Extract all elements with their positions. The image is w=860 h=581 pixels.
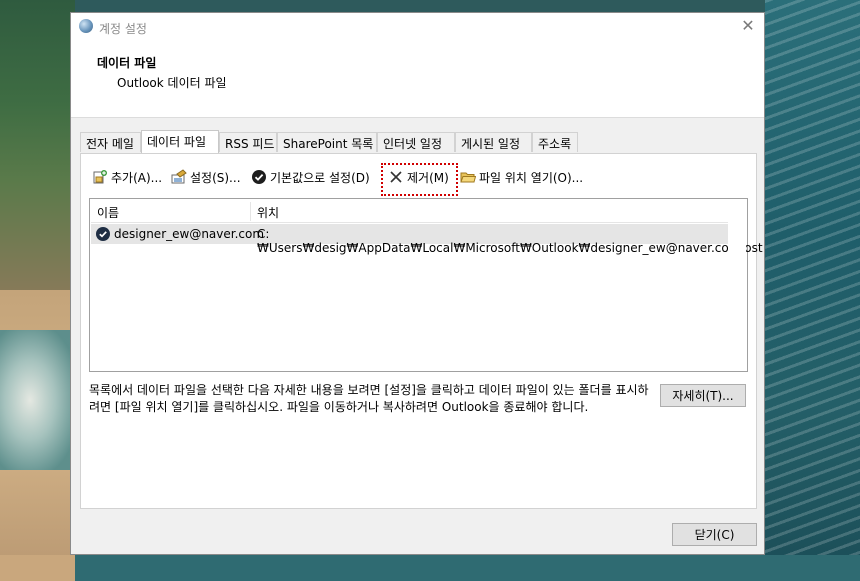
close-window-button[interactable]: ✕ xyxy=(740,18,756,34)
column-separator[interactable] xyxy=(250,202,251,221)
set-default-label: 기본값으로 설정(D) xyxy=(270,170,370,185)
close-button[interactable]: 닫기(C) xyxy=(672,523,757,546)
background-cliff xyxy=(0,0,75,300)
row-file-location: C:₩Users₩desig₩AppData₩Local₩Microsoft₩O… xyxy=(257,227,763,255)
checkmark-circle-icon xyxy=(251,169,267,185)
tab-data-files[interactable]: 데이터 파일 xyxy=(141,130,219,153)
settings-label: 설정(S)... xyxy=(190,170,241,185)
outlook-globe-icon xyxy=(79,19,93,33)
open-file-location-button[interactable]: 파일 위치 열기(O)... xyxy=(460,167,583,187)
set-default-button[interactable]: 기본값으로 설정(D) xyxy=(251,167,370,187)
folder-icon xyxy=(460,169,477,185)
details-button[interactable]: 자세히(T)... xyxy=(660,384,746,407)
header-title: 데이터 파일 xyxy=(97,56,157,70)
open-location-label: 파일 위치 열기(O)... xyxy=(479,170,584,185)
dialog-header: 데이터 파일 Outlook 데이터 파일 xyxy=(71,41,764,118)
column-header-location[interactable]: 위치 xyxy=(257,204,279,221)
account-settings-dialog: 계정 설정 ✕ 데이터 파일 Outlook 데이터 파일 전자 메일 데이터 … xyxy=(70,12,765,555)
background-surf xyxy=(0,330,75,470)
list-scrollbar-area[interactable] xyxy=(728,200,746,370)
settings-button[interactable]: 설정(S)... xyxy=(171,167,241,187)
help-description: 목록에서 데이터 파일을 선택한 다음 자세한 내용을 보려면 [설정]을 클릭… xyxy=(89,383,649,414)
tab-internet-calendars[interactable]: 인터넷 일정 xyxy=(377,132,455,152)
header-subtitle: Outlook 데이터 파일 xyxy=(117,76,227,90)
data-file-list[interactable]: 이름 위치 designer_ew@naver.com C:₩Users₩des… xyxy=(89,198,763,372)
add-button[interactable]: 추가(A)... xyxy=(92,167,162,187)
window-title: 계정 설정 xyxy=(99,22,147,36)
add-file-icon xyxy=(92,169,108,185)
tab-rss-feeds[interactable]: RSS 피드 xyxy=(219,132,277,152)
tab-address-books[interactable]: 주소록 xyxy=(532,132,578,152)
remove-button-highlight xyxy=(381,163,458,196)
add-label: 추가(A)... xyxy=(111,170,163,185)
column-header-name[interactable]: 이름 xyxy=(97,204,119,221)
background-sea xyxy=(765,0,860,581)
tab-sharepoint-lists[interactable]: SharePoint 목록 xyxy=(277,132,377,152)
list-header: 이름 위치 xyxy=(91,200,728,223)
title-bar[interactable]: 계정 설정 ✕ xyxy=(71,13,764,41)
row-file-name: designer_ew@naver.com xyxy=(114,227,265,241)
tab-email[interactable]: 전자 메일 xyxy=(80,132,141,152)
default-checkmark-icon xyxy=(96,227,110,241)
tab-published-calendars[interactable]: 게시된 일정 xyxy=(455,132,532,152)
table-row[interactable]: designer_ew@naver.com C:₩Users₩desig₩App… xyxy=(91,224,763,255)
background-bottom xyxy=(0,555,860,581)
settings-file-icon xyxy=(171,169,187,185)
